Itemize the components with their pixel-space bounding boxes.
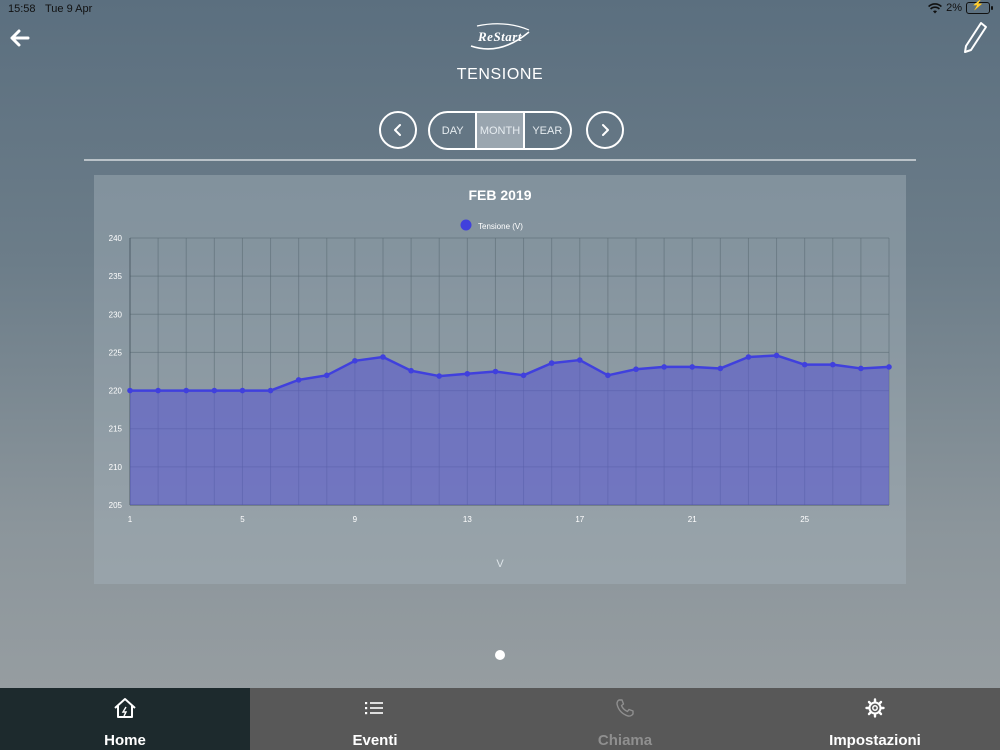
voltage-chart: FEB 2019 Tensione (V) 205210215220225230…	[109, 187, 892, 570]
y-tick-label: 225	[109, 348, 123, 357]
y-tick-label: 240	[109, 234, 123, 243]
previous-period-button[interactable]	[379, 111, 417, 149]
x-tick-label: 21	[688, 515, 697, 524]
phone-icon	[612, 696, 638, 720]
chart-panel: FEB 2019 Tensione (V) 205 210 215 220 225 230…	[94, 175, 906, 584]
data-point	[295, 377, 302, 383]
series-area	[130, 355, 889, 505]
back-button[interactable]	[6, 24, 34, 52]
data-point	[155, 387, 161, 394]
y-tick-label: 215	[109, 425, 123, 434]
data-point	[211, 387, 218, 394]
legend-marker	[460, 219, 472, 231]
data-point	[464, 370, 471, 377]
edit-button[interactable]	[962, 20, 988, 54]
chart-title: FEB 2019	[468, 187, 531, 203]
tab-bar: Home Eventi Chiama Impostazioni	[0, 688, 1000, 750]
data-point	[773, 352, 780, 359]
arrow-left-icon	[10, 29, 30, 47]
tab-chiama[interactable]: Chiama	[500, 688, 750, 750]
data-point	[576, 357, 583, 363]
data-point	[689, 364, 696, 370]
x-tick-label: 13	[463, 515, 472, 524]
y-tick-label: 235	[109, 272, 123, 281]
tab-chiama-label: Chiama	[597, 732, 653, 749]
status-bar: 15:58 Tue 9 Apr 2% ⚡	[0, 0, 1000, 18]
period-option-day[interactable]: DAY	[430, 113, 475, 148]
tab-home[interactable]: Home	[0, 688, 250, 750]
data-point	[829, 361, 836, 368]
data-point	[267, 387, 274, 394]
wifi-icon	[928, 2, 943, 13]
y-tick-label: 230	[109, 310, 123, 319]
chevron-right-icon	[602, 124, 609, 136]
battery-icon: ⚡	[966, 0, 993, 14]
x-tick-label: 17	[575, 515, 584, 524]
data-point	[239, 387, 246, 394]
header-divider	[84, 159, 916, 161]
data-point	[886, 364, 892, 370]
x-axis-label: V	[496, 558, 504, 570]
tab-impostazioni-label: Impostazioni	[829, 732, 921, 749]
pencil-icon	[964, 22, 987, 53]
data-point	[436, 373, 443, 379]
y-tick-label: 220	[109, 387, 123, 396]
period-option-year[interactable]: YEAR	[522, 113, 570, 148]
data-point	[492, 368, 499, 375]
data-point	[183, 387, 190, 394]
next-period-button[interactable]	[586, 111, 624, 149]
x-tick-label: 5	[240, 515, 245, 524]
data-point	[548, 360, 555, 366]
data-point	[605, 372, 611, 379]
data-point	[408, 367, 414, 374]
y-tick-label: 205	[109, 501, 123, 510]
x-tick-label: 9	[353, 515, 358, 524]
gear-icon	[862, 696, 888, 720]
data-point	[661, 364, 667, 370]
y-tick-label: 210	[109, 463, 123, 472]
data-point	[323, 372, 330, 379]
status-right: 2% ⚡	[928, 0, 993, 14]
data-point	[633, 366, 639, 373]
page-title: TENSIONE	[456, 66, 544, 83]
tab-eventi-label: Eventi	[352, 732, 398, 749]
restart-logo: ReStart	[465, 22, 535, 54]
status-time: 15:58	[8, 3, 36, 15]
chevron-left-icon	[394, 124, 401, 136]
battery-percent: 2%	[946, 2, 962, 14]
status-date: Tue 9 Apr	[45, 3, 93, 15]
data-point	[352, 358, 358, 364]
page-indicator-dot	[495, 650, 505, 660]
tab-impostazioni[interactable]: Impostazioni	[750, 688, 1000, 750]
period-option-month[interactable]: MONTH	[475, 113, 523, 148]
tab-eventi[interactable]: Eventi	[250, 688, 500, 750]
x-tick-label: 25	[800, 515, 809, 524]
list-icon	[362, 696, 388, 720]
data-point	[801, 361, 808, 368]
data-point	[745, 354, 752, 360]
data-point	[717, 365, 724, 372]
data-point	[380, 354, 386, 360]
data-point	[858, 365, 864, 372]
logo-text: ReStart	[478, 29, 522, 44]
data-point	[127, 387, 133, 394]
tab-home-label: Home	[104, 732, 146, 749]
x-tick-label: 1	[128, 515, 133, 524]
home-icon	[112, 696, 138, 720]
period-selector: DAY MONTH YEAR	[428, 111, 572, 150]
legend-label: Tensione (V)	[478, 222, 523, 231]
data-point	[520, 372, 527, 379]
